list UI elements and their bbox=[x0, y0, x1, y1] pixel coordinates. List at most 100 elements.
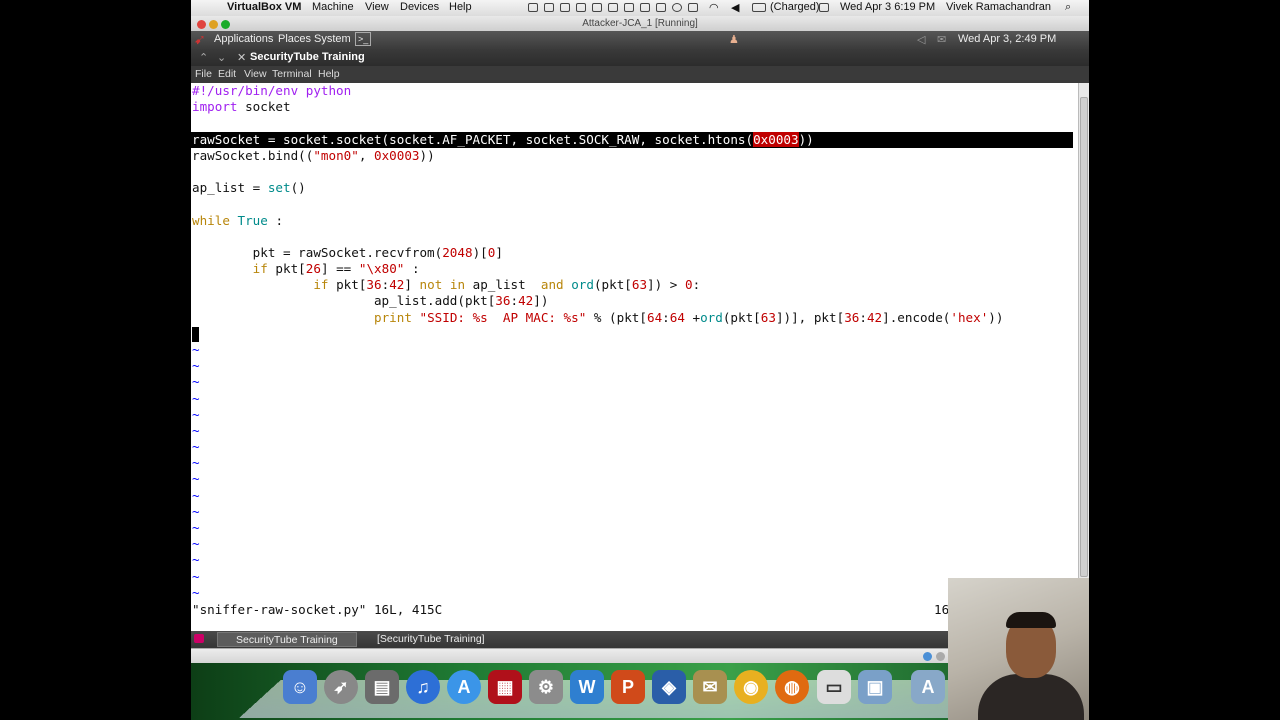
panel-clock[interactable]: Wed Apr 3, 2:49 PM bbox=[958, 33, 1056, 45]
terminal-menu-file[interactable]: File bbox=[195, 68, 212, 80]
mac-user[interactable]: Vivek Ramachandran bbox=[946, 1, 1051, 13]
taskbar-label: SecurityTube Training bbox=[236, 634, 338, 646]
taskbar-item-securitytube[interactable]: SecurityTube Training bbox=[217, 632, 357, 647]
calendar-icon[interactable] bbox=[624, 3, 634, 12]
terminal-titlebar: ⌃ ⌄ ✕ SecurityTube Training bbox=[191, 49, 1089, 66]
network-icon[interactable] bbox=[923, 652, 932, 661]
empty-line-marker: ~ bbox=[192, 358, 200, 373]
code-line-11: pkt = rawSocket.recvfrom(2048)[0] bbox=[192, 245, 503, 260]
windows-icon[interactable] bbox=[560, 3, 570, 12]
virtualbox-icon[interactable]: ◈ bbox=[652, 670, 686, 704]
presenter-shirt bbox=[978, 674, 1084, 720]
menu-help[interactable]: Help bbox=[449, 1, 472, 13]
editor-scrollbar[interactable] bbox=[1078, 83, 1089, 631]
spotlight-icon[interactable]: ⌕ bbox=[1065, 1, 1071, 14]
empty-line-marker: ~ bbox=[192, 552, 200, 567]
usb-icon[interactable] bbox=[936, 652, 945, 661]
menu-app-name[interactable]: VirtualBox VM bbox=[227, 1, 301, 13]
menu-devices[interactable]: Devices bbox=[400, 1, 439, 13]
terminal-menu-terminal[interactable]: Terminal bbox=[272, 68, 312, 80]
user-switch-icon[interactable]: ♟ bbox=[729, 33, 739, 46]
zoom-icon[interactable] bbox=[221, 20, 230, 29]
presenter-hair bbox=[1006, 612, 1056, 628]
system-icon[interactable]: ▤ bbox=[365, 670, 399, 704]
mac-menubar: VirtualBox VM Machine View Devices Help … bbox=[191, 0, 1089, 17]
taskbar-item-securitytube-2[interactable]: [SecurityTube Training] bbox=[359, 632, 537, 647]
code-line-7: ap_list = set() bbox=[192, 180, 306, 195]
preview-icon[interactable]: ▣ bbox=[858, 670, 892, 704]
arrow-up-icon[interactable]: ⌃ bbox=[199, 51, 208, 64]
panel-menu-places[interactable]: Places bbox=[278, 33, 311, 45]
empty-line-marker: ~ bbox=[192, 520, 200, 535]
code-line-12: if pkt[26] == "\x80" : bbox=[252, 261, 420, 276]
terminal-menu-edit[interactable]: Edit bbox=[218, 68, 236, 80]
empty-line-marker: ~ bbox=[192, 536, 200, 551]
empty-line-marker: ~ bbox=[192, 407, 200, 422]
empty-line-marker: ~ bbox=[192, 342, 200, 357]
empty-line-marker: ~ bbox=[192, 504, 200, 519]
code-line-9: while True : bbox=[192, 213, 284, 228]
panel-menu-system[interactable]: System bbox=[314, 33, 351, 45]
launchpad-icon[interactable]: ➶ bbox=[324, 670, 358, 704]
itunes-icon[interactable]: ♫ bbox=[406, 670, 440, 704]
chrome-icon[interactable]: ◉ bbox=[734, 670, 768, 704]
applications-folder-icon[interactable]: A bbox=[911, 670, 945, 704]
code-line-1: #!/usr/bin/env python bbox=[192, 83, 352, 98]
vm-window-titlebar: Attacker-JCA_1 [Running] bbox=[191, 16, 1089, 32]
camera-icon[interactable] bbox=[544, 3, 554, 12]
screen-icon[interactable] bbox=[528, 3, 538, 12]
menu-view[interactable]: View bbox=[365, 1, 389, 13]
vim-status-position: 16 bbox=[934, 602, 950, 617]
terminal-launcher-icon[interactable]: >_ bbox=[355, 32, 372, 46]
display-icon[interactable] bbox=[640, 3, 650, 12]
flag-icon[interactable] bbox=[819, 3, 829, 12]
terminal-window-icon[interactable]: ▭ bbox=[817, 670, 851, 704]
dropbox-icon[interactable] bbox=[576, 3, 586, 12]
empty-line-marker: ~ bbox=[192, 439, 200, 454]
scrollbar-thumb[interactable] bbox=[1080, 97, 1088, 577]
mail-icon[interactable]: ✉ bbox=[937, 33, 946, 46]
time-machine-icon[interactable] bbox=[672, 3, 682, 12]
battery-status: (Charged) bbox=[770, 1, 820, 13]
wifi-icon[interactable]: ◠ bbox=[709, 1, 719, 14]
text-cursor bbox=[192, 327, 199, 342]
terminal-menu-view[interactable]: View bbox=[244, 68, 267, 80]
empty-line-marker: ~ bbox=[192, 423, 200, 438]
code-line-13: if pkt[36:42] not in ap_list and ord(pkt… bbox=[313, 277, 701, 292]
vim-status-file: "sniffer-raw-socket.py" 16L, 415C bbox=[192, 602, 443, 617]
panel-menu-applications[interactable]: Applications bbox=[214, 33, 273, 45]
bluetooth-icon-2[interactable] bbox=[688, 3, 698, 12]
settings-icon[interactable] bbox=[592, 3, 602, 12]
empty-line-marker: ~ bbox=[192, 471, 200, 486]
empty-line-marker: ~ bbox=[192, 455, 200, 470]
firefox-icon[interactable]: ◍ bbox=[775, 670, 809, 704]
word-icon[interactable]: W bbox=[570, 670, 604, 704]
mac-clock[interactable]: Wed Apr 3 6:19 PM bbox=[840, 1, 935, 13]
close-icon[interactable] bbox=[197, 20, 206, 29]
device-icon[interactable] bbox=[656, 3, 666, 12]
photo-booth-icon[interactable]: ▦ bbox=[488, 670, 522, 704]
terminal-menubar: File Edit View Terminal Help bbox=[191, 66, 1089, 83]
system-preferences-icon[interactable]: ⚙ bbox=[529, 670, 563, 704]
finder-icon[interactable]: ☺ bbox=[283, 670, 317, 704]
show-desktop-icon[interactable] bbox=[194, 634, 204, 643]
chevron-down-icon[interactable]: ⌄ bbox=[217, 51, 226, 64]
volume-icon[interactable]: ◀ bbox=[731, 1, 739, 14]
battery-icon[interactable] bbox=[752, 3, 766, 12]
bluetooth-icon[interactable] bbox=[608, 3, 618, 12]
presenter-webcam bbox=[948, 578, 1089, 720]
empty-line-marker: ~ bbox=[192, 488, 200, 503]
distro-logo-icon[interactable]: ➹ bbox=[194, 31, 206, 48]
empty-line-marker: ~ bbox=[192, 391, 200, 406]
taskbar-label: [SecurityTube Training] bbox=[377, 633, 485, 645]
terminal-menu-help[interactable]: Help bbox=[318, 68, 340, 80]
app-store-icon[interactable]: A bbox=[447, 670, 481, 704]
menu-machine[interactable]: Machine bbox=[312, 1, 354, 13]
code-line-5: rawSocket.bind(("mon0", 0x0003)) bbox=[192, 148, 435, 163]
vim-editor[interactable]: #!/usr/bin/env python import socket rawS… bbox=[191, 83, 1078, 631]
mail-stamp-icon[interactable]: ✉ bbox=[693, 670, 727, 704]
powerpoint-icon[interactable]: P bbox=[611, 670, 645, 704]
close-icon[interactable]: ✕ bbox=[237, 51, 246, 64]
volume-icon[interactable]: ◁ bbox=[917, 33, 925, 46]
minimize-icon[interactable] bbox=[209, 20, 218, 29]
